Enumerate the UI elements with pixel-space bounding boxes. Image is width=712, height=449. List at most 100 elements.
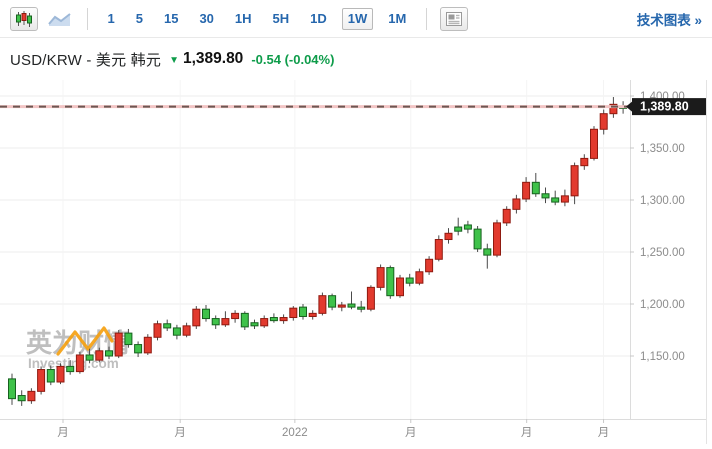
news-page-icon [446, 12, 462, 26]
candle-body [67, 366, 74, 371]
instrument-chart-widget: 1515301H5H1D1W1M 技术图表 » USD/KRW - 美元 韩元 … [0, 0, 712, 444]
candle-body [28, 391, 35, 400]
last-price: 1,389.80 [183, 50, 243, 68]
technical-chart-link[interactable]: 技术图表 » [637, 9, 702, 29]
change-percent: (-0.04%) [285, 52, 335, 67]
candle [193, 306, 200, 329]
candle-body [222, 319, 229, 325]
instrument-title: USD/KRW - 美元 韩元 [10, 49, 161, 70]
price-change: -0.54 (-0.04%) [251, 52, 334, 67]
candle [154, 321, 161, 341]
candle [581, 154, 588, 170]
candle-body [513, 199, 520, 209]
candle [455, 218, 462, 236]
candle-body [86, 355, 93, 360]
candle-body [232, 313, 239, 318]
line-chart-icon [48, 11, 72, 27]
candle [426, 256, 433, 275]
candle [135, 341, 142, 357]
candle-body [38, 370, 45, 392]
timeframe-5[interactable]: 5 [130, 8, 149, 30]
candle-body [280, 318, 287, 321]
candle [474, 226, 481, 252]
candle-body [309, 313, 316, 316]
x-tick-label: 月 [598, 427, 610, 439]
x-axis-labels: 月月2022月月月 [57, 419, 609, 439]
candle-body [561, 196, 568, 202]
timeframe-30[interactable]: 30 [193, 8, 219, 30]
candle [445, 228, 452, 244]
candle-body [135, 345, 142, 353]
candle-body [115, 333, 122, 356]
candle-body [261, 319, 268, 326]
change-value: -0.54 [251, 52, 281, 67]
price-chart[interactable]: 英为财情Investing.com1,400.001,350.001,300.0… [0, 80, 712, 444]
candle-body [445, 233, 452, 239]
candle-body [552, 198, 559, 202]
candle-body [9, 379, 16, 399]
news-layout-button[interactable] [440, 7, 468, 31]
candle [435, 235, 442, 261]
candle [561, 190, 568, 207]
timeframe-1d[interactable]: 1D [304, 8, 333, 30]
timeframe-1w[interactable]: 1W [342, 8, 374, 30]
timeframe-selector: 15 15 30 1H 5H 1D 1W 1M [97, 8, 417, 30]
candle [251, 320, 258, 329]
candle-body [125, 333, 132, 344]
candle-body [241, 313, 248, 327]
toolbar-divider [426, 8, 427, 30]
candle [358, 301, 365, 312]
candle-body [173, 328, 180, 335]
timeframe-15[interactable]: 15 [158, 8, 184, 30]
timeframe-5h[interactable]: 5H [267, 8, 296, 30]
candle-body [397, 278, 404, 296]
candle-body [144, 337, 151, 353]
candle-body [435, 240, 442, 260]
candle [523, 177, 530, 202]
y-tick-label: 1,150.00 [640, 351, 685, 363]
candle-body [212, 319, 219, 325]
price-down-arrow-icon: ▼ [169, 55, 179, 66]
last-price-tag: 1,389.80 [626, 98, 706, 115]
timeframe-1h[interactable]: 1H [229, 8, 258, 30]
candle [377, 264, 384, 290]
x-tick-label: 月 [57, 427, 69, 439]
candle-body [57, 366, 64, 382]
axes [0, 80, 707, 444]
line-chart-button[interactable] [46, 7, 74, 31]
candle-body [47, 370, 54, 382]
candle-body [455, 227, 462, 231]
candlestick-chart-canvas[interactable]: 英为财情Investing.com1,400.001,350.001,300.0… [0, 80, 712, 444]
x-tick-label: 2022 [282, 427, 308, 439]
candle [232, 310, 239, 322]
candle [367, 285, 374, 311]
y-axis-labels: 1,400.001,350.001,300.001,250.001,200.00… [630, 91, 685, 363]
x-tick-label: 月 [174, 427, 186, 439]
candle [591, 126, 598, 160]
candle [173, 325, 180, 340]
candle [338, 302, 345, 311]
candle [532, 173, 539, 197]
candle-body [358, 307, 365, 309]
candlesticks [9, 97, 627, 406]
candlestick-chart-button[interactable] [10, 7, 38, 31]
candle-body [106, 351, 113, 356]
candle-body [203, 309, 210, 318]
candle [144, 334, 151, 355]
candle [416, 269, 423, 286]
candle-body [348, 304, 355, 307]
candle [38, 366, 45, 394]
candle [348, 292, 355, 310]
timeframe-1m[interactable]: 1M [382, 8, 412, 30]
candle [309, 310, 316, 319]
chevron-right-icon: » [694, 13, 702, 28]
tag-pointer [626, 102, 632, 112]
candle-body [474, 229, 481, 249]
candle [203, 305, 210, 322]
candle-body [406, 278, 413, 283]
candle [464, 221, 471, 233]
timeframe-1[interactable]: 1 [102, 8, 121, 30]
candle [406, 274, 413, 286]
candle [552, 191, 559, 206]
candle-body [484, 249, 491, 255]
